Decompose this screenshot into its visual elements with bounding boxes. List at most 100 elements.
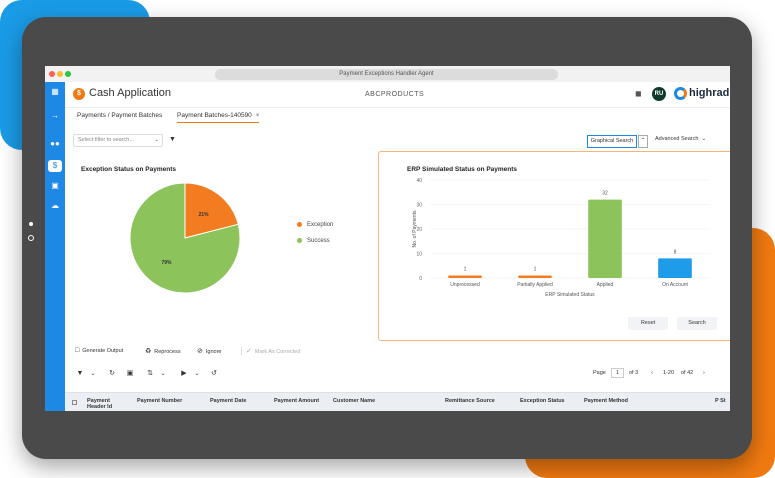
close-window-button[interactable] (49, 71, 55, 77)
device-home-button (28, 235, 34, 241)
check-icon: ✓ (246, 348, 252, 355)
reprocess-button[interactable]: ♻ Reprocess (145, 347, 181, 355)
prev-page-icon[interactable]: ‹ (651, 370, 653, 376)
y-tick-label: 0 (419, 276, 422, 282)
bar-partially-applied[interactable] (518, 275, 552, 278)
page-count: of 3 (629, 370, 639, 376)
sort-icon[interactable]: ⇅ (143, 368, 157, 380)
legend-item-exception: Exception (297, 222, 333, 228)
tab-payment-batch-active[interactable]: Payment Batches-140590 × (177, 112, 260, 123)
grid-menu-icon[interactable]: ▦ (48, 86, 62, 98)
y-tick-label: 40 (416, 178, 422, 184)
mark-as-corrected-button[interactable]: ✓ Mark As Corrected (241, 347, 300, 355)
filter-funnel-icon[interactable]: ▼ (169, 136, 176, 143)
column-header[interactable]: Payment Number (137, 398, 182, 404)
left-nav: ▦ → ●● $ ▣ ☁ (45, 82, 65, 411)
reprocess-label: Reprocess (154, 349, 181, 355)
chevron-down-icon[interactable]: ⌄ (154, 135, 159, 146)
column-header[interactable]: Payment Date (210, 398, 246, 404)
x-tick-label: Partially Applied (517, 282, 553, 288)
bar-value-label: 8 (674, 249, 677, 255)
column-header[interactable]: P St (715, 398, 727, 404)
advanced-search-label: Advanced Search (655, 136, 699, 142)
browser-titlebar: Payment Exceptions Handler Agent (45, 66, 730, 82)
dollar-icon[interactable]: $ (48, 160, 62, 172)
column-header[interactable]: Exception Status (520, 398, 565, 404)
reset-button[interactable]: Reset (628, 317, 668, 330)
exception-pie-chart: 21% 79% (129, 182, 241, 294)
save-icon[interactable]: ▣ (123, 368, 137, 380)
tab-payments-batches[interactable]: Payments / Payment Batches (77, 112, 162, 119)
advanced-search-button[interactable]: Advanced Search ⌄ (655, 136, 706, 142)
column-header[interactable]: Customer Name (333, 398, 375, 404)
column-header[interactable]: Payment Amount (274, 398, 319, 404)
graphical-search-button[interactable]: Graphical Search (587, 135, 637, 148)
brand-label: ABCPRODUCTS (365, 91, 425, 98)
x-tick-label: On Account (662, 282, 688, 288)
filter-placeholder: Select filter to search... (78, 137, 134, 143)
generate-output-button[interactable]: □ Generate Output (75, 347, 123, 354)
search-button[interactable]: Search (677, 317, 717, 330)
next-page-icon[interactable]: › (703, 370, 705, 376)
close-tab-icon[interactable]: × (256, 113, 260, 119)
tab-label: Payment Batches-140590 (177, 112, 252, 119)
app-name: Cash Application (89, 87, 171, 99)
tab-bar: Payments / Payment Batches Payment Batch… (65, 108, 730, 126)
export-icon[interactable]: ▶ (177, 368, 191, 380)
device-camera-dot (29, 222, 33, 226)
x-tick-label: Applied (597, 282, 614, 288)
vendor-name: highradius (689, 87, 730, 99)
bell-icon[interactable]: ◼ (635, 89, 642, 98)
filter-search-input[interactable]: Select filter to search... ⌄ (73, 134, 163, 147)
minimize-window-button[interactable] (57, 71, 63, 77)
cloud-upload-icon[interactable]: ☁ (48, 200, 62, 212)
chevron-down-icon[interactable]: ⌄ (190, 368, 204, 380)
exception-chart-title: Exception Status on Payments (81, 166, 176, 173)
bar-unprocessed[interactable] (448, 275, 482, 278)
pie-label-success: 79% (161, 260, 172, 266)
y-tick-label: 30 (416, 203, 422, 209)
page-label: Page (593, 370, 606, 376)
app-screen: Payment Exceptions Handler Agent ▦ → ●● … (45, 66, 730, 411)
marketing-stage: Payment Exceptions Handler Agent ▦ → ●● … (0, 0, 775, 478)
cash-app-logo-icon: $ (73, 88, 85, 100)
refresh-icon[interactable]: ↺ (207, 368, 221, 380)
pie-label-exception: 21% (199, 212, 210, 218)
history-icon[interactable]: ↻ (105, 368, 119, 380)
select-all-checkbox[interactable] (72, 400, 77, 405)
erp-chart-title: ERP Simulated Status on Payments (407, 166, 518, 173)
maximize-window-button[interactable] (65, 71, 71, 77)
column-header[interactable]: Payment Method (584, 398, 628, 404)
success-swatch-icon (297, 238, 302, 243)
download-icon[interactable]: ▼ (73, 368, 87, 380)
users-icon[interactable]: ●● (48, 138, 62, 150)
table-header: Payment Header Id Payment Number Payment… (65, 392, 730, 411)
page-number-input[interactable]: 1 (611, 368, 625, 378)
record-range: 1-20 (663, 370, 675, 376)
bar-on-account[interactable] (658, 258, 692, 278)
bar-applied[interactable] (588, 199, 622, 278)
ignore-button[interactable]: ⊘ Ignore (197, 347, 221, 355)
y-tick-label: 10 (416, 252, 422, 258)
generate-output-label: Generate Output (82, 348, 124, 354)
user-avatar[interactable]: RU (652, 87, 666, 101)
arrow-right-icon[interactable]: → (48, 110, 62, 122)
column-header[interactable]: Payment Header Id (87, 398, 121, 410)
erp-bar-chart: 010203040No. of Payments1Unprocessed1Par… (412, 178, 710, 298)
y-axis-label: No. of Payments (412, 210, 418, 247)
building-icon: □ (75, 347, 80, 354)
mark-as-corrected-label: Mark As Corrected (254, 349, 301, 355)
legend-item-success: Success (297, 238, 330, 244)
ignore-label: Ignore (205, 349, 222, 355)
column-header[interactable]: Remittance Source (445, 398, 495, 404)
chevron-down-icon[interactable]: ⌄ (86, 368, 100, 380)
exception-swatch-icon (297, 222, 302, 227)
window-title: Payment Exceptions Handler Agent (215, 69, 558, 80)
recycle-icon: ♻ (145, 348, 152, 355)
chevron-down-icon[interactable]: ⌄ (156, 368, 170, 380)
legend-label-success: Success (307, 238, 330, 245)
bar-value-label: 32 (602, 191, 608, 197)
chevron-up-icon[interactable]: ⌃ (638, 135, 648, 148)
bar-value-label: 1 (534, 267, 537, 273)
document-icon[interactable]: ▣ (48, 180, 62, 192)
